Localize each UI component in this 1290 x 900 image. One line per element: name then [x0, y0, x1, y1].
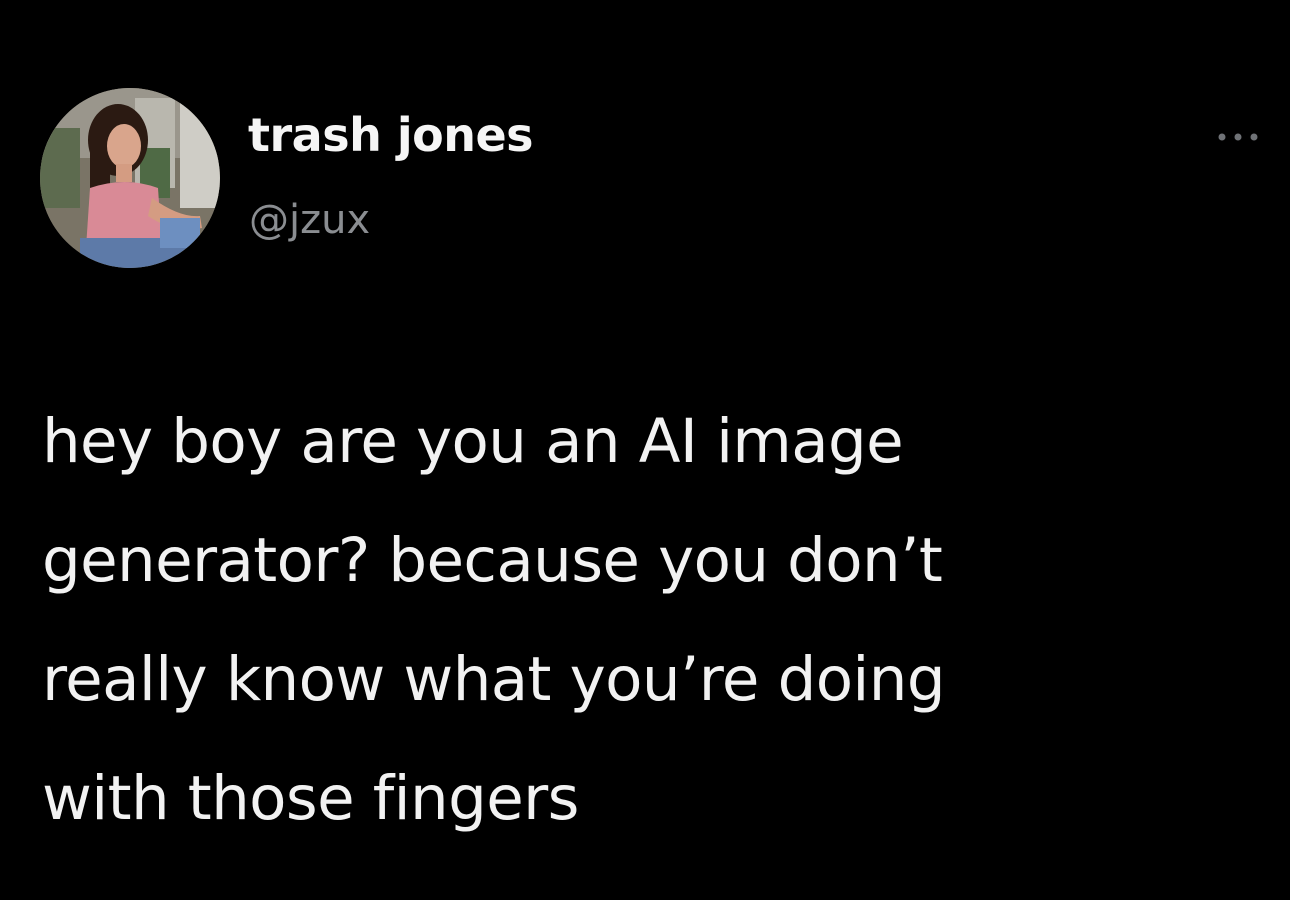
- more-horizontal-icon: [1218, 133, 1258, 141]
- tweet-card: trash jones @jzux hey boy are you an AI …: [0, 0, 1290, 900]
- author-handle[interactable]: @jzux: [249, 198, 370, 242]
- tweet-text-line: generator? because you don’t: [42, 525, 943, 596]
- avatar[interactable]: [40, 88, 220, 268]
- tweet-text-line: with those fingers: [42, 763, 579, 834]
- tweet-text: hey boy are you an AI image generator? b…: [42, 382, 1262, 858]
- avatar-photo: [40, 88, 220, 268]
- more-options-button[interactable]: [1208, 122, 1268, 152]
- tweet-text-line: really know what you’re doing: [42, 644, 946, 715]
- tweet-text-line: hey boy are you an AI image: [42, 406, 904, 477]
- author-display-name[interactable]: trash jones: [248, 110, 534, 161]
